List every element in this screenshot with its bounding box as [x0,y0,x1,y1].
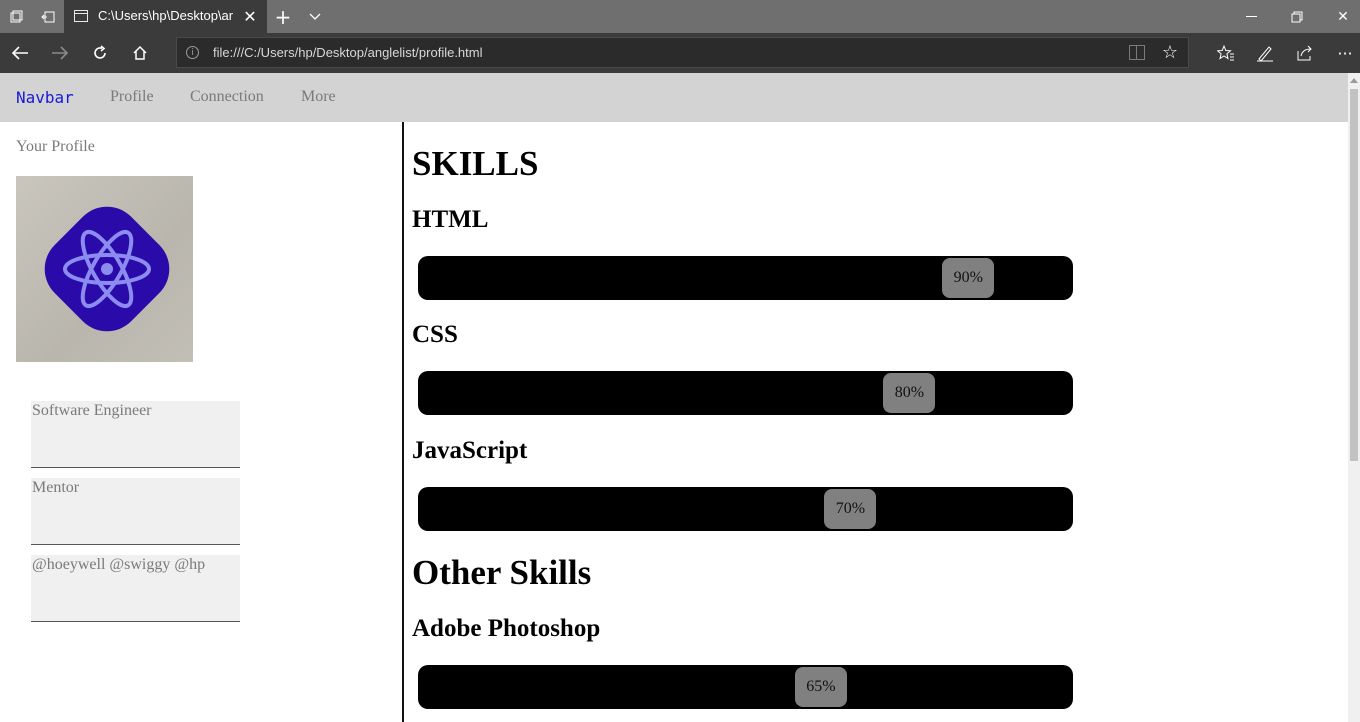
nav-link-profile[interactable]: Profile [110,88,154,106]
site-info-icon[interactable]: i [186,46,199,59]
skill-progress-bar: 90% [418,256,1073,300]
navbar-brand[interactable]: Navbar [16,88,74,107]
restore-icon[interactable] [1274,0,1320,33]
address-toolbar: i file:///C:/Users/hp/Desktop/anglelist/… [0,33,1360,73]
progress-knob: 70% [824,489,877,529]
skills-heading: SKILLS [412,144,539,183]
close-window-icon[interactable]: ✕ [1320,0,1360,33]
favorites-hub-icon[interactable] [1207,33,1245,73]
url-text[interactable]: file:///C:/Users/hp/Desktop/anglelist/pr… [213,45,483,60]
skill-name: CSS [412,321,458,348]
info-card-role: Mentor [31,478,240,545]
nav-link-more[interactable]: More [301,88,336,106]
scroll-thumb[interactable] [1350,89,1358,461]
minimize-icon[interactable] [1228,0,1274,33]
page-icon [74,10,88,22]
reading-view-icon[interactable] [1129,45,1145,60]
info-card-handles: @hoeywell @swiggy @hp [31,555,240,622]
react-logo-icon [44,206,170,332]
browser-tab-bar: C:\Users\hp\Desktop\ar ✕ + ✕ [0,0,1360,33]
nav-link-connection[interactable]: Connection [190,88,264,106]
skill-name: HTML [412,206,489,233]
card-text: Mentor [32,479,80,496]
progress-knob: 90% [942,258,995,298]
web-note-pen-icon[interactable] [1246,33,1284,73]
progress-knob: 65% [794,667,847,707]
skill-progress-bar: 70% [418,487,1073,531]
home-icon[interactable] [121,33,159,73]
skill-name: JavaScript [412,437,528,464]
info-card-title: Software Engineer [31,401,240,468]
card-text: Software Engineer [32,402,152,419]
web-page: Navbar Profile Connection More Your Prof… [0,73,1348,722]
url-field[interactable]: i file:///C:/Users/hp/Desktop/anglelist/… [176,37,1189,68]
site-navbar: Navbar Profile Connection More [0,73,1348,122]
skill-name: Adobe Photoshop [412,615,601,642]
progress-knob: 80% [883,373,936,413]
other-skills-heading: Other Skills [412,553,592,592]
skills-section: SKILLS HTML 90% CSS 80% JavaScript 70% O… [412,122,1342,722]
tab-preview-chevron-icon[interactable] [302,0,328,33]
avatar [16,176,193,362]
forward-arrow-icon[interactable] [41,33,79,73]
back-arrow-icon[interactable] [1,33,39,73]
skill-progress-bar: 80% [418,371,1073,415]
tab-actions-icon[interactable] [1,0,31,33]
profile-heading: Your Profile [16,138,95,155]
tab-title: C:\Users\hp\Desktop\ar [98,8,234,23]
skill-progress-bar: 65% [418,665,1073,709]
refresh-icon[interactable] [81,33,119,73]
new-tab-icon[interactable]: + [270,0,296,33]
vertical-divider [402,122,404,722]
share-icon[interactable] [1286,33,1324,73]
scroll-up-arrow-icon[interactable] [1348,73,1360,87]
active-tab[interactable]: C:\Users\hp\Desktop\ar ✕ [64,0,267,33]
set-tabs-aside-icon[interactable] [33,0,63,33]
more-options-icon[interactable]: ··· [1326,33,1360,73]
profile-sidebar: Your Profile Software Engineer Mentor @h… [0,122,402,722]
close-tab-icon[interactable]: ✕ [240,6,260,26]
page-scrollbar[interactable] [1348,73,1360,722]
card-text: @hoeywell @swiggy @hp [32,556,206,573]
favorite-star-icon[interactable]: ☆ [1159,41,1181,63]
